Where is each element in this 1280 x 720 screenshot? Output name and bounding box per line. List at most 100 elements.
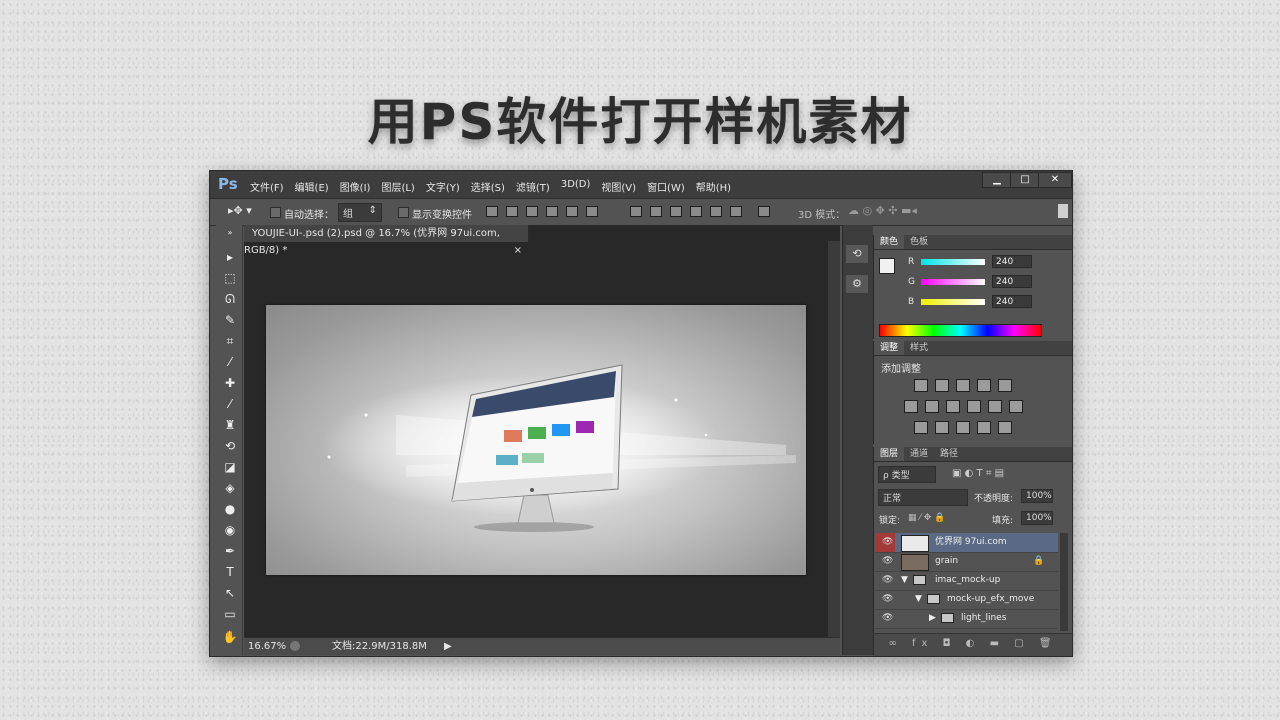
posterize-icon[interactable]	[935, 421, 949, 434]
tab-adjustments[interactable]: 调整	[874, 341, 905, 355]
eye-icon[interactable]: 👁	[882, 552, 893, 571]
workspace-button[interactable]	[1058, 204, 1068, 218]
distribute-bottom-icon[interactable]	[670, 206, 682, 217]
eye-icon[interactable]: 👁	[882, 609, 893, 628]
tab-paths[interactable]: 路径	[934, 447, 964, 461]
menu-item[interactable]: 视图(V)	[601, 179, 636, 194]
show-transform-checkbox[interactable]	[398, 207, 409, 218]
align-vcenter-icon[interactable]	[506, 206, 518, 217]
eye-icon[interactable]: 👁	[882, 571, 893, 590]
selective-color-icon[interactable]	[977, 421, 991, 434]
color-spectrum-bar[interactable]	[879, 324, 1042, 337]
gradient-map-icon[interactable]	[998, 421, 1012, 434]
group-expand-icon[interactable]: ▼	[915, 590, 922, 609]
close-button[interactable]: ✕	[1038, 172, 1072, 188]
menu-item[interactable]: 文件(F)	[250, 179, 284, 194]
tab-swatches[interactable]: 色板	[904, 235, 934, 249]
color-balance-icon[interactable]	[925, 400, 939, 413]
photo-filter-icon[interactable]	[967, 400, 981, 413]
distribute-left-icon[interactable]	[690, 206, 702, 217]
align-left-icon[interactable]	[546, 206, 558, 217]
channel-value-input[interactable]: 240	[992, 295, 1032, 308]
tab-close-icon[interactable]: ×	[514, 242, 522, 259]
channel-slider[interactable]	[921, 279, 985, 285]
channel-slider[interactable]	[921, 259, 985, 265]
menu-item[interactable]: 图层(L)	[381, 179, 414, 194]
foreground-swatch[interactable]	[879, 258, 895, 274]
marquee-tool-icon[interactable]: ⬚	[222, 270, 238, 286]
tab-color[interactable]: 颜色	[874, 235, 905, 249]
history-brush-tool-icon[interactable]: ⟲	[222, 438, 238, 454]
menu-item[interactable]: 帮助(H)	[696, 179, 731, 194]
color-lookup-icon[interactable]	[1009, 400, 1023, 413]
eyedropper-tool-icon[interactable]: ⁄	[222, 354, 238, 370]
history-panel-icon[interactable]: ⟲	[846, 245, 868, 263]
canvas-mockup-image[interactable]	[266, 305, 806, 575]
distribute-top-icon[interactable]	[630, 206, 642, 217]
crop-tool-icon[interactable]: ⌗	[222, 333, 238, 349]
distribute-vcenter-icon[interactable]	[650, 206, 662, 217]
pen-tool-icon[interactable]: ✒	[222, 543, 238, 559]
levels-icon[interactable]	[935, 379, 949, 392]
properties-panel-icon[interactable]: ⚙	[846, 275, 868, 293]
eye-icon[interactable]: 👁	[882, 590, 893, 609]
layer-filter-dropdown[interactable]: ρ 类型	[878, 466, 936, 483]
blend-mode-dropdown[interactable]: 正常	[878, 489, 968, 506]
distribute-icons[interactable]	[630, 206, 778, 218]
menu-item[interactable]: 3D(D)	[561, 179, 591, 194]
lock-icons[interactable]: ▦ ⁄ ✥ 🔒	[908, 513, 945, 523]
threshold-icon[interactable]	[956, 421, 970, 434]
layer-filter-icons[interactable]: ▣ ◐ T ⌗ ▤	[952, 468, 1004, 479]
menu-item[interactable]: 图像(I)	[340, 179, 371, 194]
align-bottom-icon[interactable]	[526, 206, 538, 217]
layer-row[interactable]: 👁 grain 🔒	[875, 552, 1058, 572]
layers-scrollbar[interactable]	[1060, 533, 1068, 631]
align-right-icon[interactable]	[586, 206, 598, 217]
invert-icon[interactable]	[914, 421, 928, 434]
type-tool-icon[interactable]: T	[222, 564, 238, 580]
paint-bucket-tool-icon[interactable]: ◈	[222, 480, 238, 496]
hand-tool-icon[interactable]: ✋	[222, 629, 238, 645]
move-tool-icon[interactable]: ▸✥ ▾	[228, 204, 252, 217]
vibrance-icon[interactable]	[998, 379, 1012, 392]
hue-saturation-icon[interactable]	[904, 400, 918, 413]
layer-group-row[interactable]: 👁 ▶ light_lines	[875, 609, 1058, 629]
distribute-right-icon[interactable]	[730, 206, 742, 217]
quick-select-tool-icon[interactable]: ✎	[222, 312, 238, 328]
dodge-tool-icon[interactable]: ◉	[222, 522, 238, 538]
curves-icon[interactable]	[956, 379, 970, 392]
eraser-tool-icon[interactable]: ◪	[222, 459, 238, 475]
fill-input[interactable]: 100%	[1021, 511, 1053, 525]
align-top-icon[interactable]	[486, 206, 498, 217]
channel-value-input[interactable]: 240	[992, 275, 1032, 288]
path-select-tool-icon[interactable]: ↖	[222, 585, 238, 601]
opacity-input[interactable]: 100%	[1021, 489, 1053, 503]
rectangle-tool-icon[interactable]: ▭	[222, 606, 238, 622]
lasso-tool-icon[interactable]: ᘏ	[222, 291, 238, 307]
layers-bottom-icons[interactable]: ∞ fx ◘ ◐ ▬ ▢ 🗑	[874, 633, 1072, 656]
tab-layers[interactable]: 图层	[874, 447, 905, 461]
auto-select-checkbox[interactable]	[270, 207, 281, 218]
menu-item[interactable]: 选择(S)	[471, 179, 505, 194]
document-tab[interactable]: YOUJIE-UI-.psd (2).psd @ 16.7% (优界网 97ui…	[244, 225, 529, 256]
black-white-icon[interactable]	[946, 400, 960, 413]
menu-item[interactable]: 编辑(E)	[295, 179, 329, 194]
zoom-level[interactable]: 16.67%	[248, 638, 286, 655]
move-tool-icon[interactable]: ▸	[222, 249, 238, 265]
status-info-icon[interactable]	[290, 641, 300, 651]
vertical-scrollbar[interactable]	[828, 241, 840, 637]
distribute-hcenter-icon[interactable]	[710, 206, 722, 217]
auto-select-dropdown[interactable]: 组 ⇕	[338, 203, 382, 222]
menu-item[interactable]: 文字(Y)	[426, 179, 460, 194]
menu-item[interactable]: 窗口(W)	[647, 179, 685, 194]
align-hcenter-icon[interactable]	[566, 206, 578, 217]
brush-tool-icon[interactable]: ⁄	[222, 396, 238, 412]
layer-group-row[interactable]: 👁 ▼ mock-up_efx_move	[875, 590, 1058, 610]
layer-group-row[interactable]: 👁 ▼ imac_mock-up	[875, 571, 1058, 591]
tab-styles[interactable]: 样式	[904, 341, 934, 355]
tab-channels[interactable]: 通道	[904, 447, 934, 461]
eye-icon[interactable]: 👁	[882, 533, 893, 552]
channel-value-input[interactable]: 240	[992, 255, 1032, 268]
layer-row-selected[interactable]: 👁 优界网 97ui.com	[875, 533, 1058, 553]
channel-mixer-icon[interactable]	[988, 400, 1002, 413]
